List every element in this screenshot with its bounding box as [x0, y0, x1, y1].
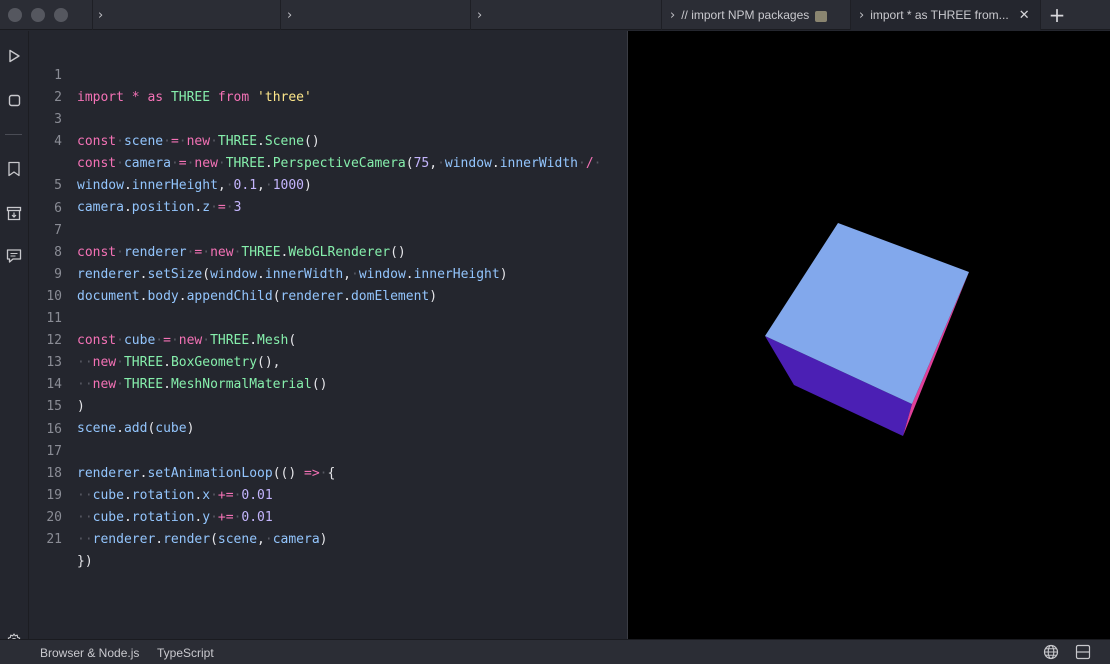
code-token: scene [217, 532, 258, 547]
code-line: 9 document.body.appendChild(renderer.dom… [30, 242, 627, 304]
code-line: 5 camera.position.z·=·3 [30, 153, 627, 215]
code-line: 4 const·camera·=·new·THREE.PerspectiveCa… [30, 109, 627, 171]
window-zoom-control[interactable] [54, 8, 68, 22]
code-line: 3 const·scene·=·new·THREE.Scene() [30, 87, 627, 149]
code-line: 18 ··cube.rotation.x·+=·0.01 [30, 441, 627, 503]
tab-label: import * as THREE from... [870, 8, 1009, 22]
tab-3[interactable]: › [471, 0, 661, 30]
close-icon[interactable]: ✕ [1019, 8, 1030, 23]
package-icon [815, 10, 828, 22]
tab-label: // import NPM packages [681, 8, 810, 22]
code-line: 12 ··new·THREE.BoxGeometry(), [30, 308, 627, 370]
tab-import-three[interactable]: › import * as THREE from... ✕ [851, 0, 1040, 30]
feedback-button[interactable] [4, 246, 24, 266]
chevron-right-icon: › [98, 7, 104, 23]
render-preview [627, 31, 1110, 639]
code-token: renderer [92, 532, 156, 547]
code-line: 10 [30, 264, 627, 304]
status-bar: Browser & Node.js TypeScript [0, 639, 1110, 664]
activity-separator [5, 134, 22, 135]
layout-icon [1075, 644, 1091, 660]
stop-icon [8, 94, 20, 106]
code-line: 7 const·renderer·=·new·THREE.WebGLRender… [30, 198, 627, 260]
install-packages-button[interactable] [4, 203, 24, 223]
stop-button[interactable] [4, 90, 24, 110]
tab-2[interactable]: › [281, 0, 470, 30]
toggle-layout-button[interactable] [1074, 643, 1092, 661]
code-line: 17 renderer.setAnimationLoop(() =>·{ [30, 419, 627, 481]
chat-icon [6, 249, 22, 263]
window-close-control[interactable] [8, 8, 22, 22]
code-line: 1 import * as THREE from 'three' [30, 43, 627, 105]
code-line-wrap: window.innerHeight,·0.1,·1000) [77, 178, 312, 193]
run-button[interactable] [4, 46, 24, 66]
code-token: . [155, 532, 164, 547]
globe-button[interactable] [1042, 643, 1060, 661]
new-tab-button[interactable]: + [1044, 0, 1070, 30]
chevron-right-icon: › [477, 7, 483, 23]
code-editor[interactable]: 1 import * as THREE from 'three' 2 3 con… [30, 31, 627, 639]
title-bar: › › › › // import NPM packages › import … [0, 0, 1110, 30]
code-line: 11 const·cube·=·new·THREE.Mesh( [30, 286, 627, 348]
play-icon [9, 49, 20, 63]
globe-icon [1043, 644, 1059, 660]
install-icon [6, 206, 22, 220]
code-line: 8 renderer.setSize(window.innerWidth,·wi… [30, 220, 627, 282]
code-line: 19 ··cube.rotation.y·+=·0.01 [30, 463, 627, 525]
code-line: 16 [30, 397, 627, 437]
tab-import-npm-packages[interactable]: › // import NPM packages [662, 0, 850, 30]
code-line: 15 scene.add(cube) [30, 374, 627, 436]
window-minimize-control[interactable] [31, 8, 45, 22]
snippets-button[interactable] [4, 159, 24, 179]
code-token: camera [272, 532, 320, 547]
chevron-right-icon: › [670, 7, 676, 23]
plus-icon: + [1048, 3, 1066, 27]
rotating-cube-render [765, 223, 969, 436]
chevron-right-icon: › [287, 7, 293, 23]
code-token: render [163, 532, 211, 547]
chevron-right-icon: › [859, 7, 865, 23]
code-token: ) [319, 532, 328, 547]
environment-selector[interactable]: Browser & Node.js [40, 640, 139, 664]
language-selector[interactable]: TypeScript [157, 640, 214, 664]
code-token: , [257, 532, 265, 547]
code-line: 14 ) [30, 352, 627, 414]
tab-1[interactable]: › [92, 0, 280, 30]
activity-bar [0, 31, 29, 648]
code-token: ( [210, 532, 218, 547]
line-number: 21 [46, 532, 62, 547]
code-line: 20 ··renderer.render(scene,·camera) [30, 485, 627, 547]
code-line: 13 ··new·THREE.MeshNormalMaterial() [30, 330, 627, 392]
bookmark-icon [8, 161, 20, 177]
code-line: 2 [30, 65, 627, 105]
tab-divider [1040, 0, 1041, 30]
code-line: 6 [30, 176, 627, 216]
code-token: }) [77, 554, 93, 569]
code-line: 21 }) [30, 507, 627, 569]
